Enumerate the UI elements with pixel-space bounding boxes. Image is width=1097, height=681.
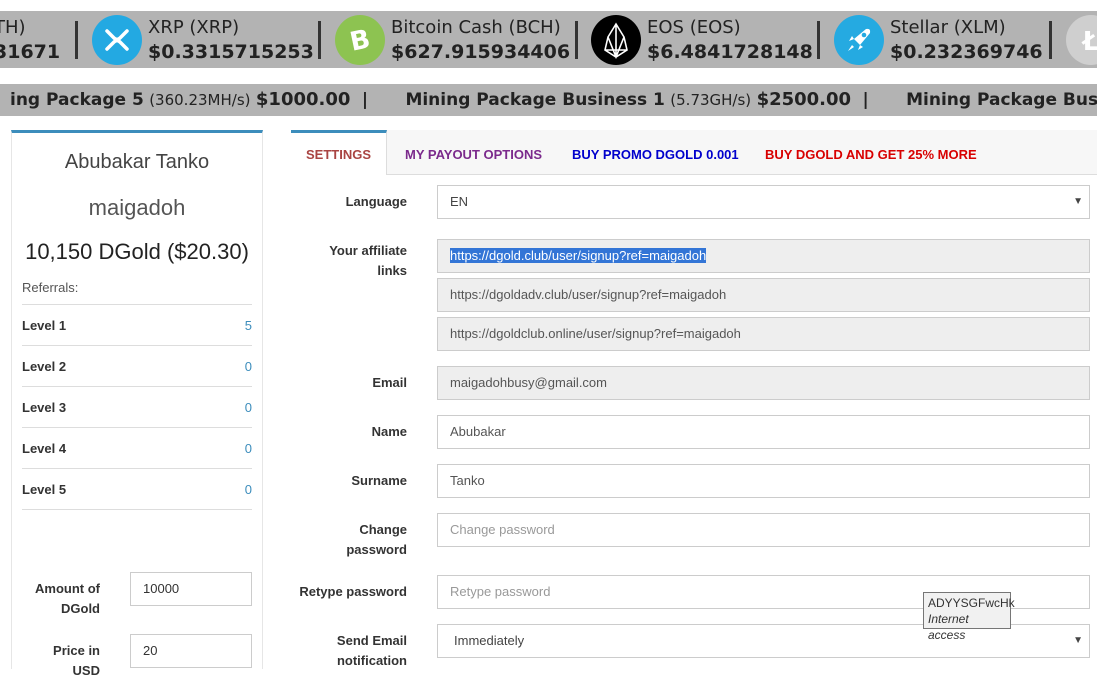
level-label: Level 3 <box>22 400 67 415</box>
coin-price: 31671 <box>0 41 61 63</box>
tooltip-subtitle: Internet access <box>928 612 969 642</box>
coin-name: Bitcoin Cash (BCH) <box>391 17 561 38</box>
settings-panel: SETTINGS MY PAYOUT OPTIONS BUY PROMO DGO… <box>291 130 1097 668</box>
stellar-icon <box>834 15 884 65</box>
name-label: Name <box>371 424 407 439</box>
package-price: $2500.00 <box>756 89 852 110</box>
level-count[interactable]: 0 <box>245 400 252 415</box>
referral-level-row: Level 3 0 <box>22 387 252 428</box>
affiliate-links-label: Your affiliate links <box>329 243 407 278</box>
affiliate-link-field[interactable]: https://dgold.club/user/signup?ref=maiga… <box>437 239 1090 273</box>
package-item: Mining Package Business <box>906 90 1097 110</box>
xrp-icon <box>92 15 142 65</box>
package-price: $1000.00 <box>255 89 351 110</box>
retype-password-label: Retype password <box>299 584 407 599</box>
tab-buy-promo-dgold[interactable]: BUY PROMO DGOLD 0.001 <box>572 130 739 174</box>
surname-label: Surname <box>351 473 407 488</box>
change-password-field[interactable]: Change password <box>437 513 1090 547</box>
selected-link-text: https://dgold.club/user/signup?ref=maiga… <box>450 248 707 263</box>
surname-field[interactable]: Tanko <box>437 464 1090 498</box>
crypto-price-ticker: TH) 31671 XRP (XRP) $0.3315715253 B Bitc… <box>0 11 1097 68</box>
package-name: ing Package 5 <box>10 90 144 110</box>
send-email-notification-label: Send Email notification <box>336 633 407 668</box>
level-count[interactable]: 0 <box>245 482 252 497</box>
settings-tabs: SETTINGS MY PAYOUT OPTIONS BUY PROMO DGO… <box>291 130 1097 175</box>
referral-level-row: Level 5 0 <box>22 469 252 510</box>
price-usd-label: Price in USD <box>53 643 100 678</box>
tooltip-title: ADYYSGFwcHk <box>928 596 1015 610</box>
bitcoin-cash-icon: B <box>335 15 385 65</box>
package-item: Mining Package Business 1 (5.73GH/s) $25… <box>405 89 874 110</box>
change-password-label: Change password <box>346 522 407 557</box>
dropdown-caret-icon: ▼ <box>1073 196 1083 207</box>
coin-price: $0.3315715253 <box>148 41 314 63</box>
affiliate-link-field[interactable]: https://dgoldclub.online/user/signup?ref… <box>437 317 1090 351</box>
ticker-divider <box>575 21 578 59</box>
tab-payout-options[interactable]: MY PAYOUT OPTIONS <box>405 130 542 174</box>
level-label: Level 5 <box>22 482 67 497</box>
referral-levels-list: Level 1 5 Level 2 0 Level 3 0 Level 4 0 … <box>22 304 252 510</box>
coin-name: TH) <box>0 17 26 38</box>
coin-name: EOS (EOS) <box>647 17 741 38</box>
package-name: Mining Package Business 1 <box>405 90 665 110</box>
name-field[interactable]: Abubakar <box>437 415 1090 449</box>
coin-price: $6.4841728148 <box>647 41 813 63</box>
ticker-divider <box>318 21 321 59</box>
package-divider: | <box>361 90 369 110</box>
referral-level-row: Level 2 0 <box>22 346 252 387</box>
litecoin-icon: Ł <box>1066 15 1097 65</box>
coin-name: XRP (XRP) <box>148 17 240 38</box>
level-count[interactable]: 5 <box>245 318 252 333</box>
tab-settings[interactable]: SETTINGS <box>291 130 388 175</box>
referral-level-row: Level 1 5 <box>22 305 252 346</box>
ticker-divider <box>817 21 820 59</box>
level-count[interactable]: 0 <box>245 441 252 456</box>
referral-level-row: Level 4 0 <box>22 428 252 469</box>
package-rate: (5.73GH/s) <box>670 91 752 109</box>
amount-dgold-label: Amount of DGold <box>35 581 100 616</box>
referrals-label: Referrals: <box>22 280 79 295</box>
level-label: Level 2 <box>22 359 67 374</box>
email-field[interactable]: maigadohbusy@gmail.com <box>437 366 1090 400</box>
package-item: ing Package 5 (360.23MH/s) $1000.00 | <box>10 89 373 110</box>
package-divider: | <box>862 90 869 110</box>
ticker-divider <box>1049 21 1052 59</box>
coin-price: $627.915934406 <box>391 41 571 63</box>
profile-username: maigadoh <box>88 195 186 220</box>
amount-dgold-input[interactable]: 10000 <box>130 572 252 606</box>
package-rate: (360.23MH/s) <box>149 91 251 109</box>
svg-text:Ł: Ł <box>1081 27 1097 57</box>
profile-balance: 10,150 DGold ($20.30) <box>25 239 249 264</box>
package-name: Mining Package Business <box>906 90 1097 110</box>
level-count[interactable]: 0 <box>245 359 252 374</box>
language-select[interactable]: EN ▼ <box>437 185 1090 219</box>
eos-icon <box>591 15 641 65</box>
network-tooltip: ADYYSGFwcHk Internet access <box>923 592 1015 642</box>
language-label: Language <box>345 194 407 209</box>
dropdown-caret-icon: ▼ <box>1073 635 1083 646</box>
ticker-divider <box>75 21 78 59</box>
affiliate-link-field[interactable]: https://dgoldadv.club/user/signup?ref=ma… <box>437 278 1090 312</box>
tab-buy-dgold-bonus[interactable]: BUY DGOLD AND GET 25% MORE <box>765 130 977 174</box>
level-label: Level 4 <box>22 441 67 456</box>
email-label: Email <box>372 375 407 390</box>
profile-full-name: Abubakar Tanko <box>64 151 210 173</box>
svg-text:B: B <box>347 24 373 57</box>
profile-panel: Abubakar Tanko maigadoh 10,150 DGold ($2… <box>11 130 263 678</box>
coin-name: Stellar (XLM) <box>890 17 1006 38</box>
coin-price: $0.232369746 <box>890 41 1043 63</box>
mining-package-marquee: ing Package 5 (360.23MH/s) $1000.00 | Mi… <box>0 84 1097 116</box>
level-label: Level 1 <box>22 318 67 333</box>
price-usd-input[interactable]: 20 <box>130 634 252 668</box>
